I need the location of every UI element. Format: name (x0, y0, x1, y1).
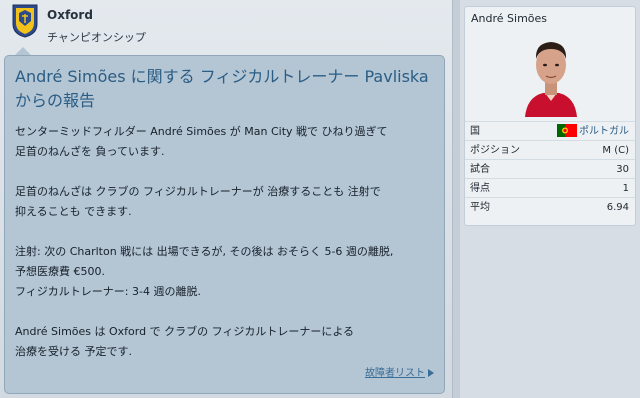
message-paragraph: センターミッドフィルダー André Simões が Man City 戦で … (15, 125, 388, 158)
stat-value: M (C) (602, 145, 629, 156)
injury-list-label[interactable]: 故障者リスト (365, 368, 425, 379)
portugal-flag-icon (557, 123, 577, 137)
message-paragraph: 足首のねんざは クラブの フィジカルトレーナーが 治療することも 注射で 抑える… (15, 185, 381, 218)
nation-label[interactable]: ポルトガル (579, 126, 629, 137)
stat-label: ポジション (470, 145, 520, 156)
injury-list-link[interactable]: 故障者リスト (365, 364, 434, 379)
club-league[interactable]: チャンピオンシップ (47, 29, 146, 45)
stat-row-average: 平均 6.94 (465, 197, 635, 216)
player-panel: André Simões 国 ポルトガル ポジション M (C) 試合 30 得… (464, 6, 636, 226)
message-box: André Simões に関する フィジカルトレーナー Pavliska から… (4, 55, 445, 394)
player-photo[interactable] (519, 29, 583, 117)
stat-value: 1 (622, 183, 629, 194)
club-name[interactable]: Oxford (47, 8, 93, 22)
stat-row-goals: 得点 1 (465, 178, 635, 197)
club-badge-icon[interactable] (12, 4, 38, 38)
stat-value: 30 (616, 164, 629, 175)
message-paragraph: 注射: 次の Charlton 戦には 出場できるが, その後は おそらく 5-… (15, 245, 394, 298)
stat-label: 平均 (470, 202, 490, 213)
stat-row-position: ポジション M (C) (465, 140, 635, 159)
arrow-right-icon (428, 369, 434, 377)
stat-value: 6.94 (606, 202, 629, 213)
main-area: Oxford チャンピオンシップ André Simões に関する フィジカル… (0, 0, 460, 398)
club-header: Oxford チャンピオンシップ (0, 0, 455, 52)
message-title: André Simões に関する フィジカルトレーナー Pavliska から… (15, 67, 429, 110)
stat-row-nation: 国 ポルトガル (465, 121, 635, 140)
message-paragraph: André Simões は Oxford で クラブの フィジカルトレーナーに… (15, 325, 355, 358)
stat-value[interactable]: ポルトガル (557, 122, 629, 141)
stat-label: 試合 (470, 164, 490, 175)
scrollbar[interactable] (452, 0, 460, 398)
stat-label: 得点 (470, 183, 490, 194)
message-body: センターミッドフィルダー André Simões が Man City 戦で … (15, 122, 440, 382)
stat-label: 国 (470, 126, 480, 137)
player-name[interactable]: André Simões (471, 12, 547, 25)
stat-row-matches: 試合 30 (465, 159, 635, 178)
